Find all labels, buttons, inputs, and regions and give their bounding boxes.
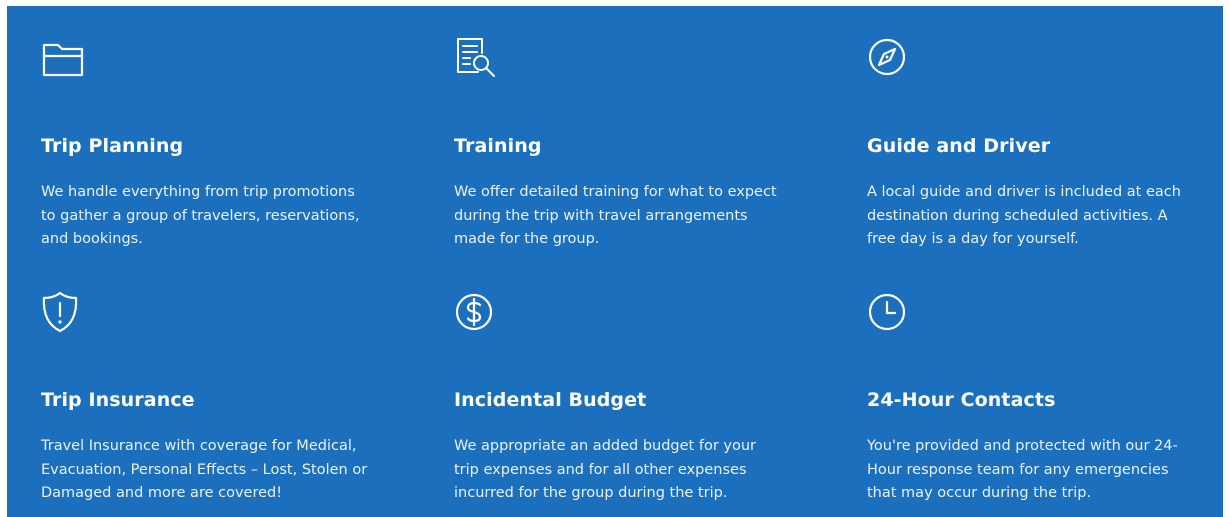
feature-title: Trip Insurance <box>41 389 195 411</box>
feature-title: Guide and Driver <box>867 135 1051 157</box>
features-panel: Trip Planning We handle everything from … <box>7 6 1223 517</box>
clock-icon <box>867 290 911 334</box>
feature-description: A local guide and driver is included at … <box>867 184 1181 247</box>
compass-icon <box>867 36 911 80</box>
feature-description: We offer detailed training for what to e… <box>454 184 777 247</box>
feature-description: We handle everything from trip promotion… <box>41 184 360 247</box>
feature-title: 24-Hour Contacts <box>867 389 1056 411</box>
document-search-icon <box>454 36 498 80</box>
feature-description: Travel Insurance with coverage for Medic… <box>41 438 368 501</box>
feature-title: Trip Planning <box>41 135 184 157</box>
dollar-circle-icon <box>454 290 498 334</box>
feature-title: Incidental Budget <box>454 389 647 411</box>
folder-icon <box>41 36 85 80</box>
shield-alert-icon <box>41 290 85 334</box>
feature-title: Training <box>454 135 542 157</box>
feature-description: You're provided and protected with our 2… <box>867 438 1178 501</box>
feature-description: We appropriate an added budget for your … <box>454 438 757 501</box>
